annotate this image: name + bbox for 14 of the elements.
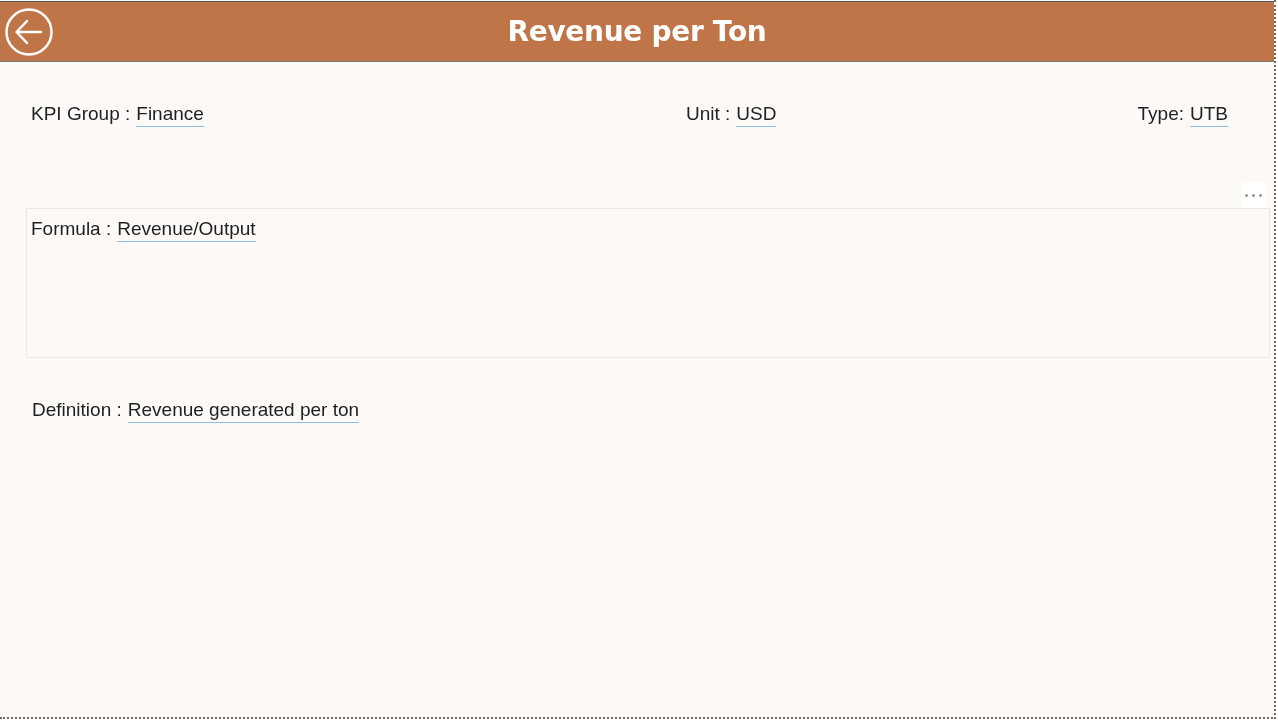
back-button[interactable] (4, 6, 54, 57)
field-value: USD (736, 103, 777, 127)
page-title: Revenue per Ton (506, 15, 768, 48)
more-options-button[interactable] (1241, 182, 1266, 208)
field-label: Unit : (686, 103, 731, 125)
definition-label: Definition : (32, 399, 122, 421)
definition-value: Revenue generated per ton (127, 399, 360, 423)
formula-label: Formula : (31, 218, 112, 240)
field-label: Type: (1137, 103, 1184, 125)
field-value: UTB (1190, 103, 1228, 127)
formula-value: Revenue/Output (117, 218, 256, 242)
field-label: KPI Group : (31, 103, 131, 125)
more-options-icon (1245, 193, 1262, 197)
field-value: Finance (136, 103, 204, 127)
